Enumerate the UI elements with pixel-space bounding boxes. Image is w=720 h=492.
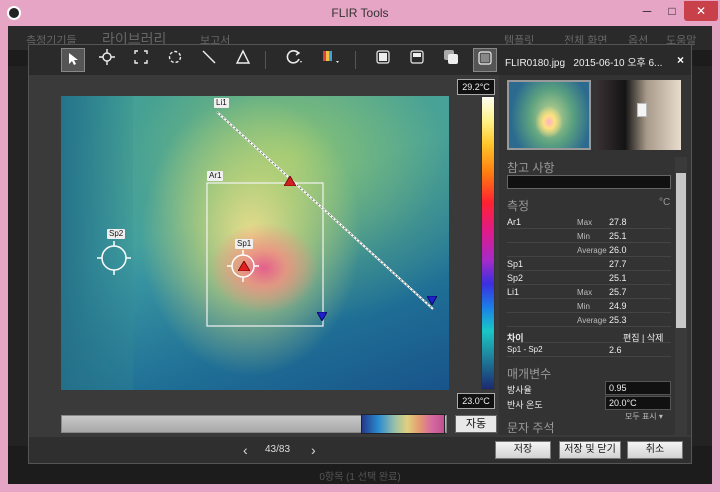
measurement-row[interactable]: Min 25.1 <box>507 229 671 243</box>
measurement-row[interactable]: Min 24.9 <box>507 299 671 313</box>
measure-unit: °C <box>659 197 671 208</box>
measurement-row[interactable]: Average 25.3 <box>507 313 671 327</box>
thumbnail-ir[interactable] <box>507 80 591 150</box>
line-label[interactable]: Li1 <box>214 98 229 108</box>
scale-min[interactable]: 23.0°C <box>457 393 495 409</box>
panel-scrollbar-thumb[interactable] <box>676 173 686 328</box>
cold-marker-icon <box>317 312 327 321</box>
auto-scale-button[interactable]: 자동 <box>455 415 497 433</box>
select-tool-icon[interactable] <box>61 48 85 72</box>
measurement-row[interactable]: Sp1 27.7 <box>507 257 671 271</box>
ellipse-tool-icon[interactable] <box>163 48 187 72</box>
panel-close-icon[interactable]: × <box>677 53 684 67</box>
param-row[interactable]: 방사율 0.95 <box>507 381 671 395</box>
delta-tool-icon[interactable] <box>231 48 255 72</box>
params-title: 매개변수 <box>507 367 552 381</box>
maximize-button[interactable]: □ <box>660 1 684 21</box>
prev-image-icon[interactable]: ‹ <box>243 442 248 458</box>
spot-tool-icon[interactable] <box>95 48 119 72</box>
rotate-icon[interactable] <box>283 48 307 72</box>
bg-left-panel <box>8 66 28 446</box>
editor-toolbar <box>29 45 499 75</box>
palette-icon[interactable] <box>319 48 343 72</box>
toolbar-separator <box>355 51 356 69</box>
window-title: FLIR Tools <box>331 6 389 20</box>
notes-input[interactable] <box>507 175 671 189</box>
color-scale <box>481 96 495 390</box>
bottom-bar: ‹ 43/83 › 저장 저장 및 닫기 취소 <box>29 437 691 463</box>
thermal-image[interactable]: Li1 Ar1 Sp1 Sp2 <box>61 96 449 390</box>
close-window-button[interactable]: ✕ <box>684 1 718 21</box>
next-image-icon[interactable]: › <box>311 442 316 458</box>
spot1-label[interactable]: Sp1 <box>235 239 254 249</box>
difference-row[interactable]: Sp1 - Sp2 2.6 <box>507 343 671 357</box>
text-notes-title: 문자 주석 <box>507 421 555 435</box>
area-label[interactable]: Ar1 <box>207 171 224 181</box>
measurement-row[interactable]: Sp2 25.1 <box>507 271 671 285</box>
app-window: FLIR Tools ─ □ ✕ 측정기기들 라이브러리 보고서 템플릿 전체 … <box>0 0 720 492</box>
thumbnail-photo-device <box>637 103 647 117</box>
save-close-button[interactable]: 저장 및 닫기 <box>559 441 621 459</box>
bg-status: 0항목 (1 선택 완료) <box>319 472 401 483</box>
difference-header: 차이 편집 | 삭제 <box>507 329 671 343</box>
spot2-label[interactable]: Sp2 <box>107 229 126 239</box>
hot-marker-icon <box>238 261 250 271</box>
minimize-button[interactable]: ─ <box>634 1 660 21</box>
fusion-pip-icon[interactable] <box>439 48 463 72</box>
notes-title: 참고 사항 <box>507 161 555 175</box>
scale-max[interactable]: 29.2°C <box>457 79 495 95</box>
param-row[interactable]: 반사 온도 20.0°C <box>507 396 671 410</box>
measurement-row[interactable]: Li1 Max 25.7 <box>507 285 671 299</box>
info-panel: FLIR0180.jpg 2015-06-10 오후 6... × 참고 사항 … <box>499 45 691 437</box>
fusion-ir-icon[interactable] <box>371 48 395 72</box>
title-bar: FLIR Tools ─ □ ✕ <box>0 0 720 26</box>
measurement-overlay <box>97 111 434 327</box>
histogram-window[interactable] <box>361 414 445 434</box>
line-tool-icon[interactable] <box>197 48 221 72</box>
image-counter: 43/83 <box>265 444 291 455</box>
fusion-blend-icon[interactable] <box>405 48 429 72</box>
measurement-row[interactable]: Average 26.0 <box>507 243 671 257</box>
save-button[interactable]: 저장 <box>495 441 551 459</box>
measure-title: 측정 <box>507 199 530 213</box>
hot-marker-icon <box>284 176 296 186</box>
box-tool-icon[interactable] <box>129 48 153 72</box>
toolbar-separator <box>265 51 266 69</box>
bg-right-panel <box>692 66 712 446</box>
measurement-row[interactable]: Ar1 Max 27.8 <box>507 215 671 229</box>
fusion-photo-icon[interactable] <box>473 48 497 72</box>
file-name: FLIR0180.jpg 2015-06-10 오후 6... <box>505 58 663 69</box>
panel-header: FLIR0180.jpg 2015-06-10 오후 6... × <box>499 45 691 75</box>
cancel-button[interactable]: 취소 <box>627 441 683 459</box>
image-editor-dialog: Li1 Ar1 Sp1 Sp2 29.2°C 23.0°C 자동 FLIR018… <box>28 44 692 464</box>
cold-marker-icon <box>427 296 437 305</box>
